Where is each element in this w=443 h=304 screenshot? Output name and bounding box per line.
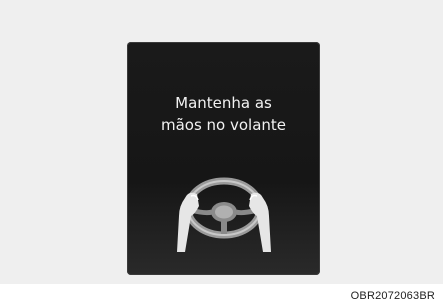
figure-code: OBR2072063BR bbox=[350, 290, 435, 302]
hands-on-steering-wheel-icon bbox=[177, 177, 271, 252]
figure-page: Mantenha as mãos no volante OBR2072063BR bbox=[0, 0, 443, 304]
warning-message-line-1: Mantenha as bbox=[175, 94, 272, 112]
warning-message-line-2: mãos no volante bbox=[160, 116, 287, 134]
warning-message: Mantenha as mãos no volante bbox=[127, 92, 320, 136]
cluster-display-panel: Mantenha as mãos no volante bbox=[127, 42, 320, 275]
